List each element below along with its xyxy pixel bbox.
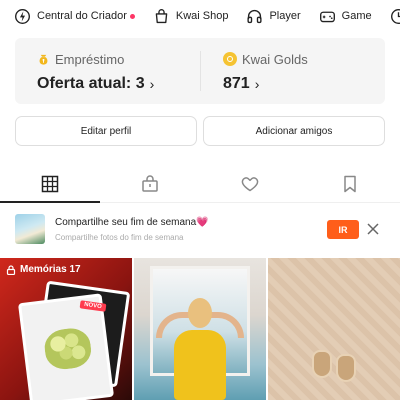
bookmark-icon	[344, 175, 356, 193]
player-label: Player	[269, 10, 301, 22]
memories-tile[interactable]: NOVO Memórias 17	[0, 258, 132, 400]
add-friends-button[interactable]: Adicionar amigos	[203, 116, 385, 146]
memories-label-row: Memórias 17	[6, 264, 81, 275]
creator-center-chip[interactable]: Central do Criador	[14, 8, 135, 25]
kwai-shop-label: Kwai Shop	[175, 10, 229, 22]
kwai-shop-chip[interactable]: Kwai Shop	[153, 8, 229, 25]
game-label: Game	[341, 10, 372, 22]
figure-swimsuit	[174, 330, 226, 400]
chevron-right-icon: ›	[254, 76, 260, 92]
player-chip[interactable]: Player	[246, 8, 301, 25]
more-chip[interactable]	[390, 8, 400, 25]
tab-saved[interactable]	[340, 174, 360, 194]
wallet-stats-card: Empréstimo Oferta atual: 3 › Kwai Golds …	[15, 38, 385, 104]
tab-posts[interactable]	[40, 174, 60, 194]
chevron-right-icon: ›	[149, 76, 155, 92]
content-grid: NOVO Memórias 17	[0, 258, 400, 400]
loan-stat[interactable]: Empréstimo Oferta atual: 3 ›	[37, 50, 154, 93]
banner-thumbnail	[15, 214, 45, 244]
gold-coin-icon	[223, 52, 237, 66]
memories-count-label: Memórias 17	[20, 264, 81, 275]
notification-dot	[129, 13, 135, 19]
banner-subtitle: Compartilhe fotos do fim de semana	[55, 233, 184, 242]
lock-bag-icon	[142, 175, 158, 192]
banner-title: Compartilhe seu fim de semana	[55, 217, 197, 228]
gamepad-icon	[319, 11, 335, 22]
loan-title: Empréstimo	[55, 51, 125, 67]
grapes-photo	[42, 326, 94, 372]
golds-stat[interactable]: Kwai Golds 871 ›	[223, 50, 308, 93]
go-button[interactable]: IR	[327, 220, 359, 239]
tab-private[interactable]	[140, 174, 160, 194]
clock-icon	[390, 8, 400, 24]
lightning-icon	[15, 8, 30, 24]
shopping-bag-icon	[155, 8, 168, 23]
money-bag-icon	[39, 54, 48, 65]
video-thumbnail-rug[interactable]	[268, 258, 400, 400]
stats-divider	[200, 51, 201, 91]
shoe-left	[312, 350, 332, 378]
grid-icon	[41, 175, 59, 193]
golds-title: Kwai Golds	[242, 51, 308, 67]
figure-head	[188, 298, 212, 328]
loan-offer-value: Oferta atual: 3	[37, 75, 145, 92]
active-tab-indicator	[0, 201, 100, 203]
top-shortcuts-bar: Central do Criador Kwai Shop Player Game	[0, 0, 400, 32]
headphones-icon	[247, 9, 263, 23]
video-thumbnail-pool[interactable]	[134, 258, 266, 400]
creator-center-label: Central do Criador	[37, 10, 127, 22]
game-chip[interactable]: Game	[319, 8, 372, 25]
tab-likes[interactable]	[240, 174, 260, 194]
profile-tab-bar	[0, 165, 400, 203]
close-icon[interactable]	[366, 222, 380, 236]
lock-icon	[6, 264, 16, 275]
heart-icon	[241, 177, 259, 192]
golds-value: 871	[223, 75, 250, 92]
edit-profile-button[interactable]: Editar perfil	[15, 116, 197, 146]
shoe-right	[336, 354, 356, 382]
pink-heart-icon: 💗	[196, 217, 209, 228]
